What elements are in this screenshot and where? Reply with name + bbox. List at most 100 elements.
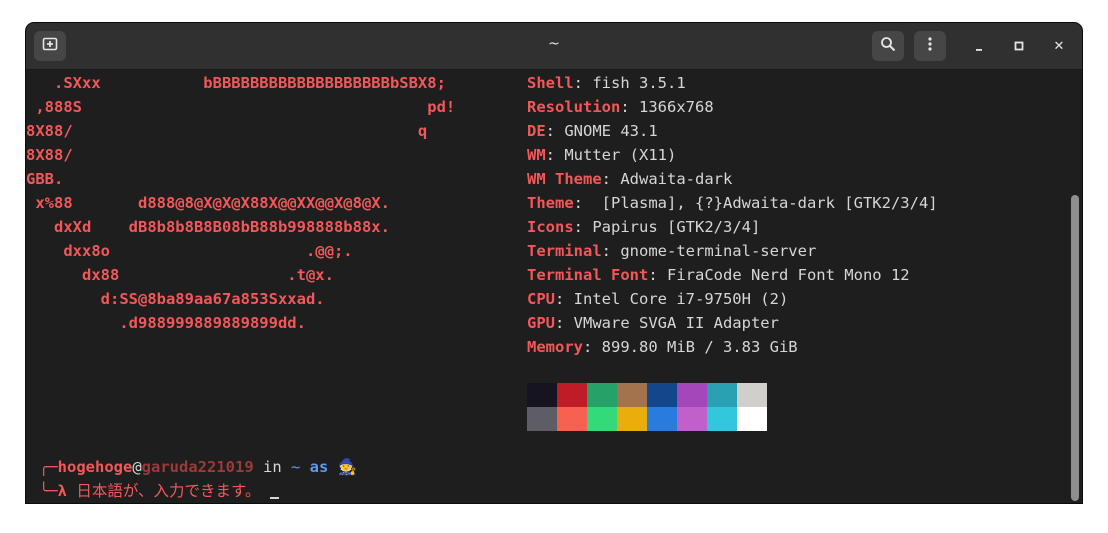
info-value: 899.80 MiB / 3.83 GiB	[601, 338, 798, 356]
search-button[interactable]	[872, 31, 904, 61]
ascii-art-line: GBB.	[26, 170, 64, 188]
prompt-directory: ~	[290, 458, 301, 476]
prompt-symbol: λ	[57, 482, 68, 500]
info-sep: :	[583, 338, 602, 356]
info-sep: :	[545, 146, 565, 164]
info-sep: :	[601, 170, 621, 188]
info-key: Shell	[527, 74, 574, 92]
info-value: fish 3.5.1	[592, 74, 686, 92]
info-key: DE	[527, 122, 546, 140]
ascii-art-line: dxXd dB8b8b8B8B08bB88b998888b88x.	[26, 218, 390, 236]
color-swatch	[587, 407, 617, 431]
color-swatch	[737, 383, 767, 407]
info-value: 1366x768	[639, 98, 714, 116]
info-value: FiraCode Nerd Font Mono 12	[667, 266, 910, 284]
info-row-wm-theme: WM Theme: Adwaita-dark	[527, 167, 732, 191]
color-swatch	[677, 407, 707, 431]
color-swatch	[527, 407, 557, 431]
color-swatch	[617, 407, 647, 431]
scrollbar[interactable]	[1071, 195, 1079, 501]
prompt-line-1: ╭─hogehoge@garuda221019 in ~ as 🧙	[39, 455, 357, 479]
info-row-terminal-font: Terminal Font: FiraCode Nerd Font Mono 1…	[527, 263, 910, 287]
ascii-art-line: x%88 d888@8@X@X@X88X@@XX@@X@8@X.	[26, 194, 390, 212]
info-key: CPU	[527, 290, 555, 308]
prompt-host: garuda221019	[141, 458, 254, 476]
color-swatch	[707, 383, 737, 407]
info-row-de: DE: GNOME 43.1	[527, 119, 658, 143]
terminal-output[interactable]: .SXxx bBBBBBBBBBBBBBBBBBBBbSBX8; ,888S p…	[26, 70, 1070, 503]
info-row-theme: Theme: [Plasma], {?}Adwaita-dark [GTK2/3…	[527, 191, 938, 215]
info-key: WM	[527, 146, 546, 164]
ascii-art-line: 8X88/	[26, 146, 73, 164]
info-sep: :	[555, 314, 574, 332]
info-key: Icons	[527, 218, 574, 236]
info-key: WM Theme	[527, 170, 602, 188]
color-swatch	[587, 383, 617, 407]
ascii-art-line: ,888S pd!	[26, 98, 456, 116]
info-row-memory: Memory: 899.80 MiB / 3.83 GiB	[527, 335, 798, 359]
ascii-art-line: dx88 .t@x.	[26, 266, 334, 284]
color-swatch	[677, 383, 707, 407]
color-swatch	[647, 383, 677, 407]
text-cursor	[269, 497, 279, 499]
minimize-button[interactable]	[963, 31, 995, 61]
color-swatch	[707, 407, 737, 431]
info-key: Memory	[527, 338, 583, 356]
minimize-icon	[973, 37, 985, 56]
terminal-window: ~ ✕ .SXxx bBBBBBBBBBBBBBBBBBBBbSBX8; ,88…	[26, 23, 1082, 503]
ascii-art-line: 8X88/ q	[26, 122, 428, 140]
info-row-resolution: Resolution: 1366x768	[527, 95, 714, 119]
close-icon: ✕	[1053, 38, 1065, 54]
menu-button[interactable]	[914, 31, 946, 61]
info-value: [Plasma], {?}Adwaita-dark [GTK2/3/4]	[601, 194, 938, 212]
info-key: Resolution	[527, 98, 621, 116]
info-row-terminal: Terminal: gnome-terminal-server	[527, 239, 816, 263]
info-key: Terminal Font	[527, 266, 649, 284]
info-sep: :	[573, 74, 593, 92]
color-swatch	[737, 407, 767, 431]
kebab-menu-icon	[922, 36, 938, 56]
info-value: VMware SVGA II Adapter	[573, 314, 779, 332]
info-value: gnome-terminal-server	[620, 242, 817, 260]
info-sep: :	[620, 98, 639, 116]
info-row-cpu: CPU: Intel Core i7-9750H (2)	[527, 287, 788, 311]
info-value: Papirus [GTK2/3/4]	[592, 218, 761, 236]
ascii-art-line: .SXxx bBBBBBBBBBBBBBBBBBBBbSBX8;	[26, 74, 446, 92]
ascii-art-line: d:SS@8ba89aa67a853Sxxad.	[26, 290, 325, 308]
close-button[interactable]: ✕	[1043, 31, 1075, 61]
color-swatch	[617, 383, 647, 407]
info-sep: :	[573, 218, 593, 236]
info-value: GNOME 43.1	[564, 122, 658, 140]
info-sep: :	[601, 242, 621, 260]
prompt-line-2[interactable]: ╰─λ 日本語が、入力できます。	[39, 479, 279, 503]
prompt-corner-top: ╭─	[39, 458, 58, 476]
maximize-button[interactable]	[1003, 31, 1035, 61]
info-sep: :	[648, 266, 667, 284]
prompt-in: in	[253, 458, 291, 476]
info-row-wm: WM: Mutter (X11)	[527, 143, 676, 167]
titlebar: ~ ✕	[26, 23, 1082, 70]
info-value: Adwaita-dark	[620, 170, 733, 188]
info-value: Mutter (X11)	[564, 146, 677, 164]
info-sep: :	[555, 290, 574, 308]
prompt-as: as	[300, 458, 338, 476]
info-row-icons: Icons: Papirus [GTK2/3/4]	[527, 215, 760, 239]
command-input[interactable]: 日本語が、入力できます。	[67, 482, 270, 500]
info-key: Terminal	[527, 242, 602, 260]
color-swatch	[647, 407, 677, 431]
info-sep: :	[573, 194, 602, 212]
prompt-user: hogehoge	[57, 458, 133, 476]
info-value: Intel Core i7-9750H (2)	[573, 290, 789, 308]
wizard-emoji-icon: 🧙	[337, 458, 357, 476]
color-swatch	[557, 383, 587, 407]
info-sep: :	[545, 122, 565, 140]
maximize-icon	[1013, 37, 1025, 56]
ascii-art-line: dxx8o .@@;.	[26, 242, 353, 260]
info-row-shell: Shell: fish 3.5.1	[527, 71, 686, 95]
search-icon	[880, 36, 896, 56]
info-row-gpu: GPU: VMware SVGA II Adapter	[527, 311, 779, 335]
info-key: GPU	[527, 314, 555, 332]
prompt-corner-bottom: ╰─	[39, 482, 58, 500]
prompt-at: @	[132, 458, 142, 476]
info-key: Theme	[527, 194, 574, 212]
